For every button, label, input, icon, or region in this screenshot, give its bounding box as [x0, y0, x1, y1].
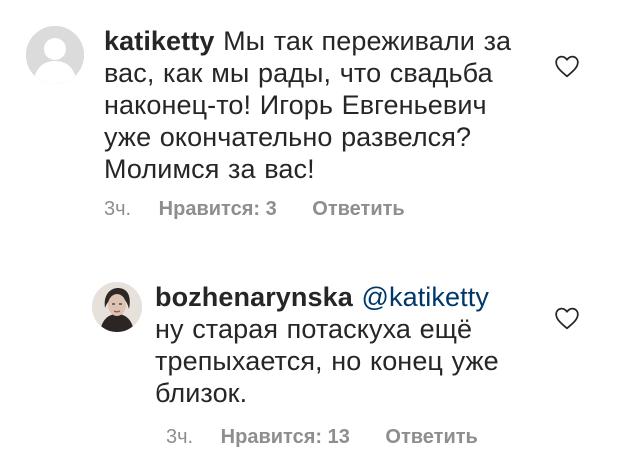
- comment-time[interactable]: 3ч.: [104, 198, 131, 220]
- avatar[interactable]: [26, 26, 84, 84]
- reply-button[interactable]: Ответить: [385, 426, 477, 448]
- comment-username[interactable]: katiketty: [104, 26, 214, 56]
- mention-link[interactable]: @katiketty: [353, 282, 489, 312]
- comment-time[interactable]: 3ч.: [166, 426, 193, 448]
- comment-text: ну старая потаскуха ещё трепыхается, но …: [155, 314, 499, 408]
- comment: katiketty Мы так переживали за вас, как …: [26, 26, 606, 226]
- comment-body: bozhenarynska @katiketty ну старая потас…: [155, 281, 515, 409]
- reply-button[interactable]: Ответить: [312, 198, 404, 220]
- comment-body: katiketty Мы так переживали за вас, как …: [104, 25, 519, 185]
- like-button[interactable]: [554, 306, 580, 330]
- default-avatar-icon: [26, 26, 84, 84]
- comment-username[interactable]: bozhenarynska: [155, 282, 353, 312]
- like-button[interactable]: [554, 54, 580, 78]
- heart-outline-icon: [555, 307, 579, 330]
- comment-reply: bozhenarynska @katiketty ну старая потас…: [92, 282, 606, 452]
- avatar[interactable]: [92, 282, 142, 332]
- comment-meta: 3ч. Нравится: 13 Ответить: [166, 426, 478, 449]
- comment-likes[interactable]: Нравится: 3: [159, 198, 277, 220]
- comment-meta: 3ч. Нравится: 3 Ответить: [104, 198, 405, 221]
- heart-outline-icon: [555, 55, 579, 78]
- profile-photo-icon: [92, 282, 142, 332]
- comment-likes[interactable]: Нравится: 13: [221, 426, 350, 448]
- comments-thread: katiketty Мы так переживали за вас, как …: [0, 0, 620, 475]
